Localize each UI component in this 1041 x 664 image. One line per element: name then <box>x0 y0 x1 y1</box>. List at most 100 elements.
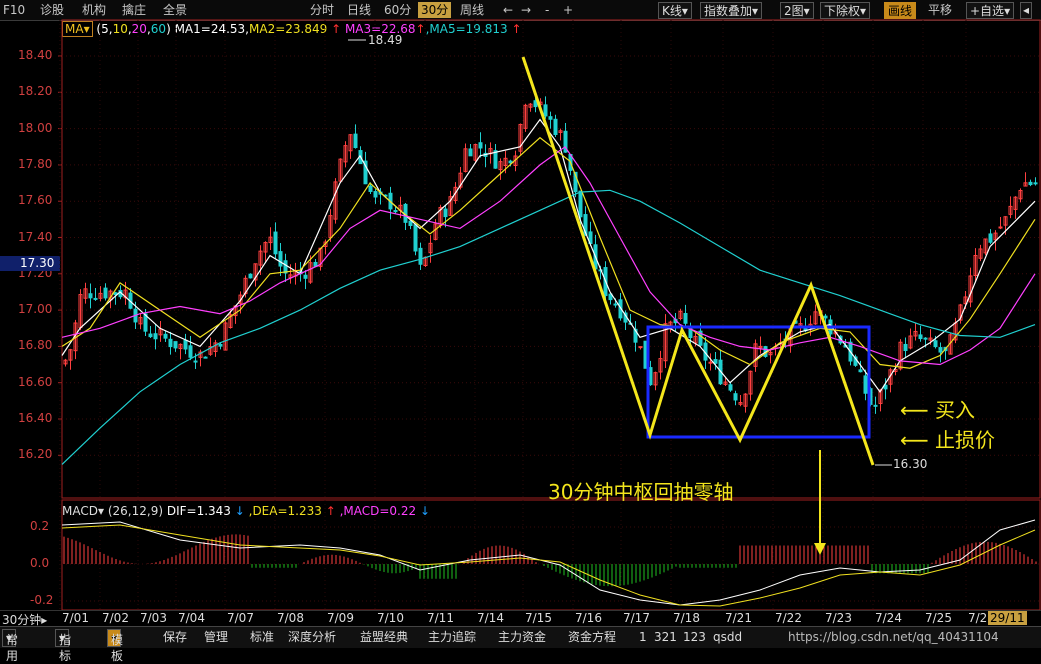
f10-button[interactable]: F10 <box>3 2 25 18</box>
arrow-left-icon[interactable]: ← <box>503 2 513 18</box>
candle <box>98 286 103 302</box>
template-tab[interactable]: 模板 ▾ <box>107 629 123 663</box>
candle <box>828 315 833 344</box>
candle <box>123 281 128 305</box>
add-watchlist-button[interactable]: +自选▾ <box>966 2 1015 19</box>
candle <box>623 310 628 330</box>
candle <box>198 349 203 367</box>
tab-daily[interactable]: 日线 <box>347 2 371 18</box>
date-tick-label: 7/11 <box>427 611 454 625</box>
kline-chart <box>58 19 1041 611</box>
pan-button[interactable]: 平移 <box>928 2 952 18</box>
candle <box>618 293 623 321</box>
arrow-up-icon: ↑ <box>415 22 426 36</box>
candle <box>738 395 743 407</box>
main-force-fund-tab[interactable]: 主力资金 <box>498 629 546 645</box>
price-tick-label: 18.40 <box>18 48 53 62</box>
candle <box>603 261 608 302</box>
price-tick-label: 17.00 <box>18 302 53 317</box>
arrow-right-icon[interactable]: → <box>521 2 531 18</box>
candle <box>733 390 738 406</box>
pivot-box <box>646 325 871 439</box>
draw-line-button[interactable]: 画线 <box>884 2 917 19</box>
date-tick-label: 7/03 <box>140 611 167 625</box>
candle <box>873 396 878 414</box>
candle <box>988 229 993 245</box>
tab-weekly[interactable]: 周线 <box>460 2 484 18</box>
candle <box>878 388 883 412</box>
fund-equation-tab[interactable]: 资金方程 <box>568 629 616 645</box>
save-button[interactable]: 保存 <box>163 629 187 645</box>
indicator-tab[interactable]: 指标 ▾ <box>55 629 71 663</box>
date-tick-label: 7/18 <box>673 611 700 625</box>
price-tick-label: 17.80 <box>18 156 53 171</box>
candle <box>983 238 988 256</box>
candle <box>553 114 558 137</box>
candle <box>848 338 853 366</box>
macd-legend: MACD▾ (26,12,9) DIF=1.343 ↓ ,DEA=1.233 ↑… <box>62 503 430 519</box>
page-tab-qsdd[interactable]: qsdd <box>713 629 742 645</box>
candle <box>173 341 178 352</box>
tab-intraday[interactable]: 分时 <box>310 2 334 18</box>
candle <box>978 244 983 262</box>
candle <box>753 339 758 372</box>
candle <box>683 304 688 327</box>
common-tab[interactable]: 常用 ▾ <box>2 629 18 663</box>
candle <box>463 143 468 173</box>
candle <box>213 339 218 357</box>
candle <box>473 143 478 164</box>
ma2-value: MA2=23.849 <box>249 22 328 36</box>
tab-30min[interactable]: 30分 <box>418 2 452 18</box>
candle <box>208 337 213 356</box>
depth-analysis-tab[interactable]: 深度分析 <box>288 629 336 645</box>
ma-selector-button[interactable]: MA▾ <box>62 21 93 37</box>
page-tab-1[interactable]: 1 <box>639 629 647 645</box>
ma60-line <box>61 189 1036 465</box>
candle <box>778 333 783 352</box>
main-force-track-tab[interactable]: 主力追踪 <box>428 629 476 645</box>
zoom-out-button[interactable]: - <box>545 2 549 18</box>
two-chart-button[interactable]: 2图▾ <box>780 2 814 19</box>
zoom-in-button[interactable]: + <box>563 2 573 18</box>
candle <box>233 305 238 324</box>
candle <box>913 322 918 341</box>
standard-tab[interactable]: 标准 <box>250 629 274 645</box>
candle <box>673 312 678 332</box>
ex-rights-button[interactable]: 下除权▾ <box>820 2 871 19</box>
candle <box>203 356 208 359</box>
manage-button[interactable]: 管理 <box>204 629 228 645</box>
candle <box>608 293 613 305</box>
macd-selector-button[interactable]: MACD▾ <box>62 504 104 518</box>
candle <box>768 350 773 364</box>
candle <box>493 143 498 169</box>
institution-button[interactable]: 机构 <box>82 2 106 18</box>
candle <box>428 235 433 263</box>
panorama-button[interactable]: 全景 <box>163 2 187 18</box>
candle <box>388 186 393 220</box>
ma-param-60: 60 <box>150 22 167 36</box>
collapse-icon[interactable]: ◂ <box>1020 2 1033 19</box>
candle <box>898 339 903 371</box>
candle <box>648 360 653 386</box>
left-arrow-icon: ⟵ <box>900 398 929 422</box>
candle <box>368 182 373 194</box>
kline-button[interactable]: K线▾ <box>658 2 692 19</box>
candle <box>598 265 603 280</box>
tab-60min[interactable]: 60分 <box>384 2 411 18</box>
capture-button[interactable]: 擒庄 <box>122 2 146 18</box>
arrow-up-icon: ↑ <box>507 22 522 36</box>
candle <box>723 377 728 386</box>
candle <box>538 98 543 113</box>
candle <box>998 217 1003 230</box>
candle <box>93 288 98 301</box>
classic-tab[interactable]: 益盟经典 <box>360 629 408 645</box>
ma-param-10: 10 <box>112 22 128 36</box>
page-tab-321[interactable]: 321 <box>654 629 677 645</box>
page-tab-123[interactable]: 123 <box>683 629 706 645</box>
expand-icon: ▸ <box>41 613 48 627</box>
diagnose-button[interactable]: 诊股 <box>40 2 64 18</box>
index-overlay-button[interactable]: 指数叠加▾ <box>700 2 763 19</box>
price-tick-label: 17.40 <box>18 229 53 244</box>
candle <box>688 322 693 348</box>
ma-param-close: ) <box>166 22 171 36</box>
